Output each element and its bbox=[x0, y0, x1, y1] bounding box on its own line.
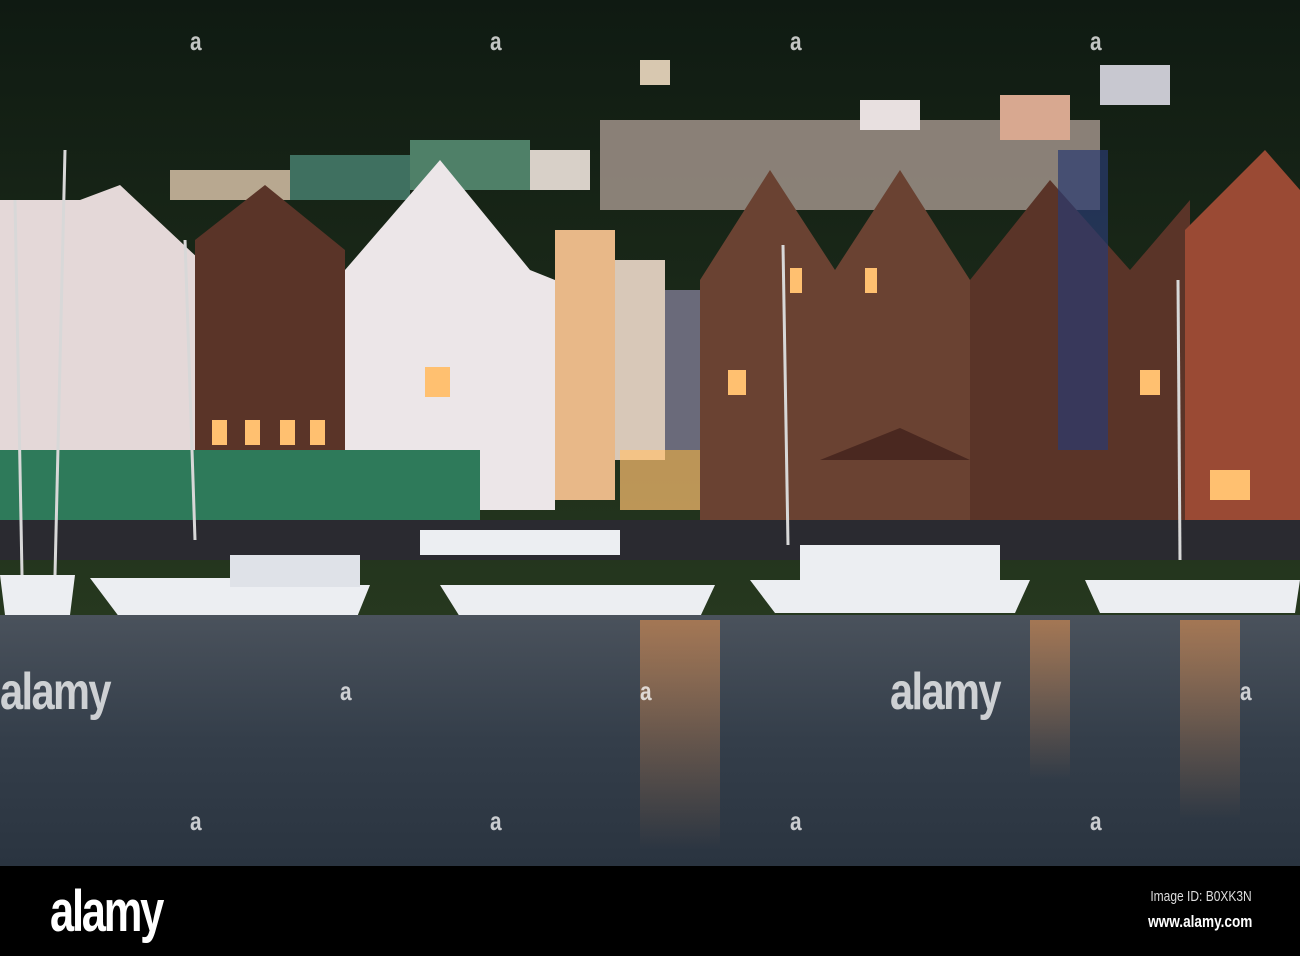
watermark-letter: a bbox=[790, 26, 802, 56]
watermark-letter: a bbox=[1090, 806, 1102, 836]
watermark-letter: a bbox=[190, 26, 202, 56]
watermark-letter: a bbox=[1090, 26, 1102, 56]
watermark: alamy bbox=[890, 663, 1002, 721]
watermark-letter: a bbox=[340, 676, 352, 706]
website-link: www.alamy.com bbox=[1147, 912, 1252, 931]
watermark-letter: a bbox=[190, 806, 202, 836]
alamy-logo: alamy bbox=[50, 879, 164, 944]
harbour-photo bbox=[0, 0, 1300, 866]
watermark-letter: a bbox=[490, 806, 502, 836]
watermark-letter: a bbox=[790, 806, 802, 836]
watermark-letter: a bbox=[490, 26, 502, 56]
footer-bar: alamy Image ID: B0XK3N www.alamy.com bbox=[0, 866, 1300, 956]
watermark-letter: a bbox=[1240, 676, 1252, 706]
watermark: alamy bbox=[0, 663, 112, 721]
image-id: Image ID: B0XK3N bbox=[1150, 888, 1252, 905]
watermark-letter: a bbox=[640, 676, 652, 706]
stock-photo: alamy alamy a a a a a a a a a a a alamy … bbox=[0, 0, 1300, 956]
